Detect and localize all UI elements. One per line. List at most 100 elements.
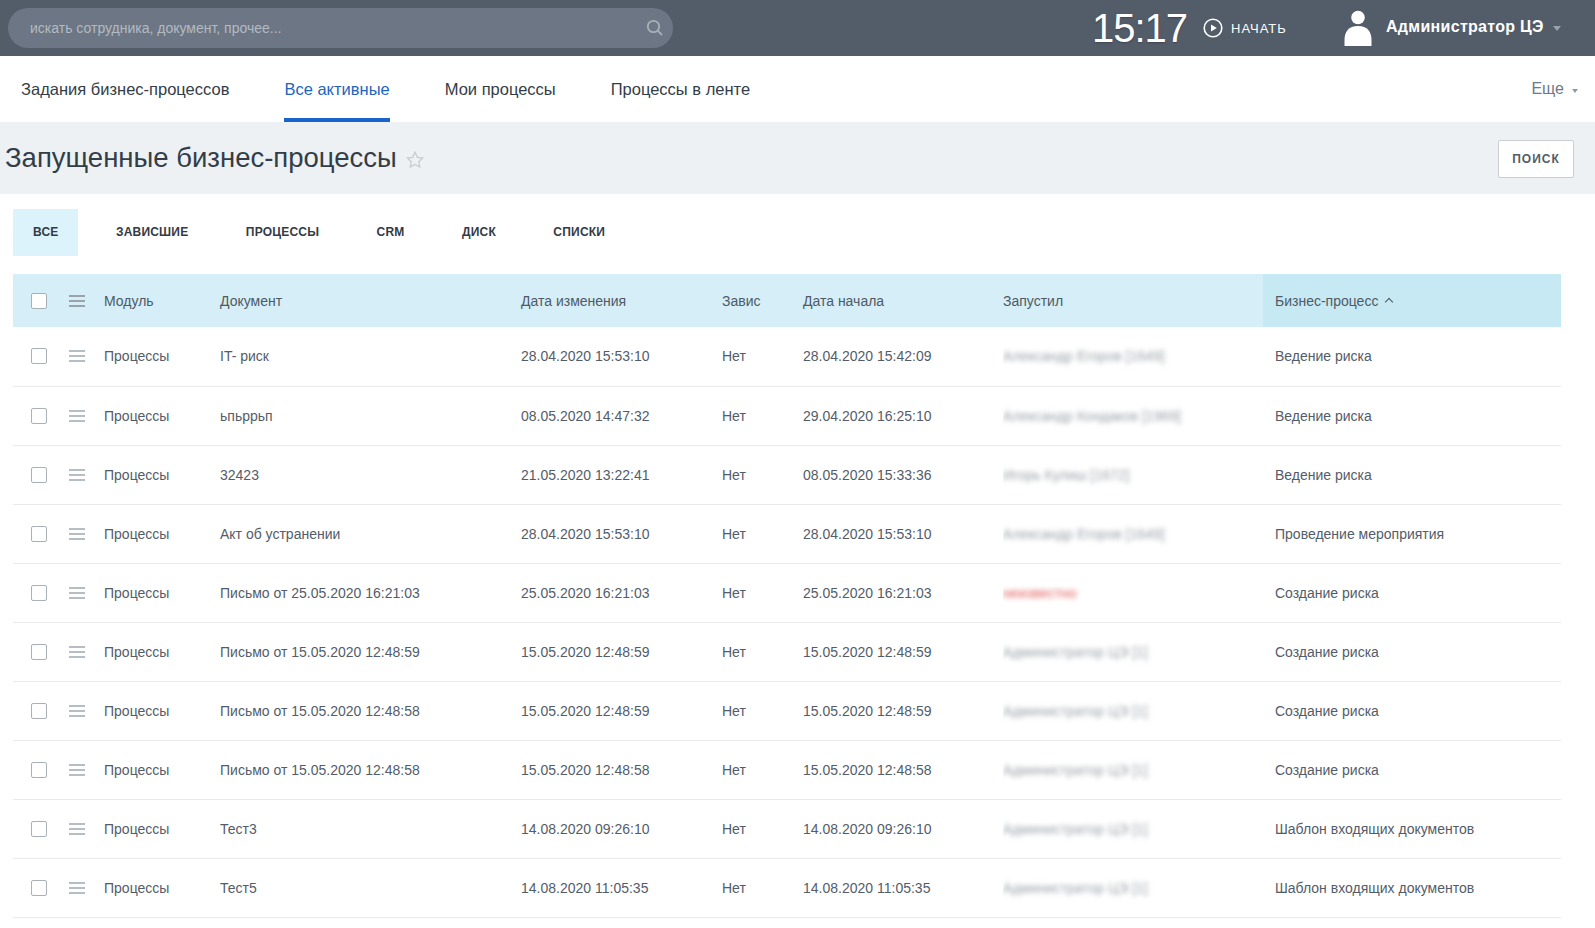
cell-started: 15.05.2020 12:48:59: [803, 622, 1003, 681]
clock: 15:17: [1092, 6, 1187, 51]
cell-document: Акт об устранении: [220, 504, 521, 563]
cell-launcher: Игорь Кулиш [1672]: [1003, 445, 1263, 504]
chevron-down-icon: [1572, 89, 1578, 93]
table-row[interactable]: Процессы Тест3 14.08.2020 09:26:10 Нет 1…: [13, 799, 1561, 858]
launcher-redacted-text: Александр Кондаков [1969]: [1003, 408, 1181, 424]
col-document[interactable]: Документ: [220, 274, 521, 327]
cell-started: 15.05.2020 12:48:59: [803, 681, 1003, 740]
cell-module: Процессы: [104, 504, 220, 563]
cell-stuck: Нет: [722, 327, 803, 386]
col-stuck[interactable]: Завис: [722, 274, 803, 327]
col-module[interactable]: Модуль: [104, 274, 220, 327]
row-checkbox[interactable]: [31, 467, 47, 483]
row-checkbox[interactable]: [31, 526, 47, 542]
nav-tab[interactable]: Процессы в ленте: [611, 56, 750, 122]
cell-launcher: Администратор ЦЭ [1]: [1003, 622, 1263, 681]
row-checkbox[interactable]: [31, 880, 47, 896]
cell-modified: 21.05.2020 13:22:41: [521, 445, 722, 504]
search-button[interactable]: ПОИСК: [1498, 140, 1574, 178]
row-checkbox[interactable]: [31, 821, 47, 837]
row-menu-icon[interactable]: [69, 646, 85, 658]
col-modified[interactable]: Дата изменения: [521, 274, 722, 327]
search-icon[interactable]: [646, 19, 664, 37]
row-checkbox[interactable]: [31, 762, 47, 778]
filter-tab[interactable]: ПРОЦЕССЫ: [226, 209, 339, 256]
cell-module: Процессы: [104, 740, 220, 799]
cell-module: Процессы: [104, 327, 220, 386]
col-process[interactable]: Бизнес-процесс: [1263, 274, 1561, 327]
cell-document: 32423: [220, 445, 521, 504]
col-launcher[interactable]: Запустил: [1003, 274, 1263, 327]
cell-launcher: Александр Кондаков [1969]: [1003, 386, 1263, 445]
user-menu[interactable]: Администратор ЦЭ: [1386, 18, 1561, 36]
launcher-redacted-text: Игорь Кулиш [1672]: [1003, 467, 1130, 483]
row-checkbox[interactable]: [31, 644, 47, 660]
cell-launcher: Администратор ЦЭ [1]: [1003, 740, 1263, 799]
row-checkbox[interactable]: [31, 703, 47, 719]
start-button[interactable]: НАЧАТЬ: [1203, 18, 1287, 38]
page-header: Запущенные бизнес-процессы ПОИСК: [0, 122, 1595, 194]
cell-process: Шаблон входящих документов: [1263, 799, 1561, 858]
global-search[interactable]: [8, 8, 673, 48]
table-row[interactable]: Процессы Письмо от 15.05.2020 12:48:58 1…: [13, 740, 1561, 799]
more-menu[interactable]: Еще: [1531, 56, 1578, 122]
cell-stuck: Нет: [722, 858, 803, 917]
row-menu-icon[interactable]: [69, 350, 85, 362]
table-row[interactable]: Процессы ьпьррьп 08.05.2020 14:47:32 Нет…: [13, 386, 1561, 445]
cell-document: Письмо от 15.05.2020 12:48:58: [220, 740, 521, 799]
nav-tab[interactable]: Все активные: [284, 56, 389, 122]
search-input[interactable]: [8, 20, 646, 36]
cell-modified: 14.08.2020 11:05:35: [521, 858, 722, 917]
row-menu-icon[interactable]: [69, 764, 85, 776]
table-body: Процессы IT- риск 28.04.2020 15:53:10 Не…: [13, 327, 1561, 917]
table-row[interactable]: Процессы Тест5 14.08.2020 11:05:35 Нет 1…: [13, 858, 1561, 917]
table-row[interactable]: Процессы 32423 21.05.2020 13:22:41 Нет 0…: [13, 445, 1561, 504]
row-checkbox[interactable]: [31, 585, 47, 601]
favorite-star-icon[interactable]: [405, 150, 425, 170]
cell-modified: 15.05.2020 12:48:58: [521, 740, 722, 799]
table-row[interactable]: Процессы IT- риск 28.04.2020 15:53:10 Не…: [13, 327, 1561, 386]
cell-started: 28.04.2020 15:53:10: [803, 504, 1003, 563]
cell-document: Тест5: [220, 858, 521, 917]
cell-document: IT- риск: [220, 327, 521, 386]
avatar-icon[interactable]: [1340, 9, 1376, 46]
table-row[interactable]: Процессы Письмо от 25.05.2020 16:21:03 2…: [13, 563, 1561, 622]
table-row[interactable]: Процессы Письмо от 15.05.2020 12:48:59 1…: [13, 622, 1561, 681]
nav-tab[interactable]: Мои процессы: [445, 56, 556, 122]
row-menu-icon[interactable]: [69, 587, 85, 599]
filter-tab[interactable]: ЗАВИСШИЕ: [96, 209, 208, 256]
cell-modified: 14.08.2020 09:26:10: [521, 799, 722, 858]
filter-tab[interactable]: CRM: [357, 209, 425, 256]
cell-process: Создание риска: [1263, 740, 1561, 799]
launcher-redacted-text: Администратор ЦЭ [1]: [1003, 644, 1148, 660]
cell-modified: 15.05.2020 12:48:59: [521, 681, 722, 740]
row-checkbox[interactable]: [31, 348, 47, 364]
filter-tab[interactable]: СПИСКИ: [533, 209, 625, 256]
launcher-redacted-text: Администратор ЦЭ [1]: [1003, 821, 1148, 837]
cell-module: Процессы: [104, 445, 220, 504]
filter-tab[interactable]: ВСЕ: [13, 209, 78, 256]
table-header: Модуль Документ Дата изменения Завис Дат…: [13, 274, 1561, 327]
cell-process: Создание риска: [1263, 681, 1561, 740]
header-menu-icon[interactable]: [69, 295, 85, 307]
table-row[interactable]: Процессы Письмо от 15.05.2020 12:48:58 1…: [13, 681, 1561, 740]
nav-tab[interactable]: Задания бизнес-процессов: [21, 56, 229, 122]
cell-launcher: неизвестно: [1003, 563, 1263, 622]
table-row[interactable]: Процессы Акт об устранении 28.04.2020 15…: [13, 504, 1561, 563]
chevron-down-icon: [1553, 26, 1561, 31]
row-menu-icon[interactable]: [69, 528, 85, 540]
col-started[interactable]: Дата начала: [803, 274, 1003, 327]
row-checkbox[interactable]: [31, 408, 47, 424]
cell-modified: 25.05.2020 16:21:03: [521, 563, 722, 622]
row-menu-icon[interactable]: [69, 823, 85, 835]
filter-tab[interactable]: ДИСК: [442, 209, 516, 256]
cell-stuck: Нет: [722, 799, 803, 858]
row-menu-icon[interactable]: [69, 705, 85, 717]
select-all-checkbox[interactable]: [31, 293, 47, 309]
cell-launcher: Администратор ЦЭ [1]: [1003, 858, 1263, 917]
row-menu-icon[interactable]: [69, 469, 85, 481]
row-menu-icon[interactable]: [69, 410, 85, 422]
row-menu-icon[interactable]: [69, 882, 85, 894]
cell-process: Ведение риска: [1263, 327, 1561, 386]
cell-stuck: Нет: [722, 563, 803, 622]
